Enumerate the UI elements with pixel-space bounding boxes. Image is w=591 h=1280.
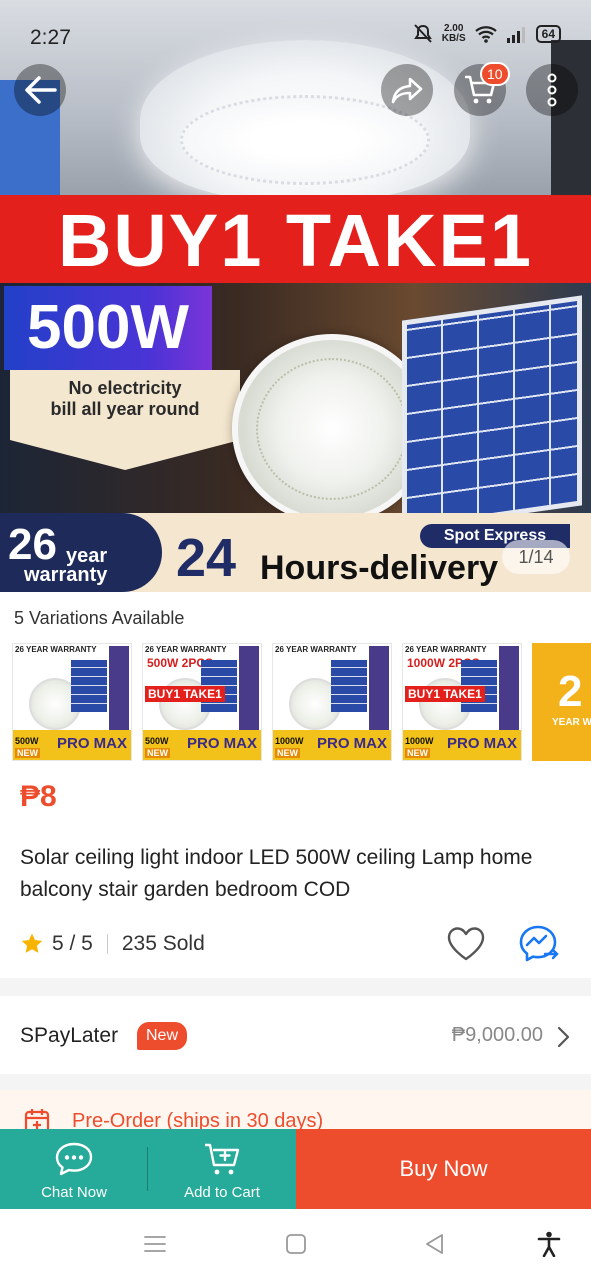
back-arrow-icon: [25, 76, 57, 104]
variation-thumb[interactable]: 26 YEAR WARRANTY 500W NEW PRO MAX: [12, 643, 132, 761]
more-vertical-icon: [547, 73, 557, 107]
thumb-promo: BUY1 TAKE1: [405, 686, 485, 702]
variation-thumb[interactable]: 26 YEAR WARRANTY 500W 2PCS BUY1 TAKE1 50…: [142, 643, 262, 761]
bottom-action-bar: Chat Now Add to Cart Buy Now: [0, 1129, 591, 1209]
info-ribbon-text: No electricity bill all year round: [10, 378, 240, 420]
ribbon-line-2: bill all year round: [50, 399, 200, 419]
thumb-new: NEW: [275, 748, 300, 758]
thumb-pro-label: PRO MAX: [56, 735, 127, 752]
thumb-promo: BUY1 TAKE1: [145, 686, 225, 702]
thumb-watt: 500W: [145, 736, 169, 746]
variation-thumb-partial[interactable]: 2 YEAR WA: [532, 643, 591, 761]
net-speed-unit: KB/S: [441, 33, 466, 44]
variation-thumb[interactable]: 26 YEAR WARRANTY 1000W NEW PRO MAX: [272, 643, 392, 761]
delivery-hours-text: Hours-delivery: [260, 549, 499, 587]
spaylater-amount: ₱9,000.00: [451, 1024, 543, 1046]
product-title: Solar ceiling light indoor LED 500W ceil…: [20, 846, 533, 901]
warranty-number: 26: [8, 520, 57, 569]
chat-now-button[interactable]: Chat Now: [0, 1129, 148, 1209]
status-icons: 2.00 KB/S 64: [412, 24, 561, 44]
star-icon: [21, 933, 43, 953]
system-nav-bar: [0, 1209, 591, 1280]
add-to-cart-label: Add to Cart: [184, 1184, 260, 1201]
chat-now-label: Chat Now: [41, 1184, 107, 1201]
home-icon[interactable]: [283, 1231, 309, 1257]
delivery-hours-number: 24: [176, 528, 237, 588]
section-divider: [0, 1074, 591, 1090]
new-badge: New: [137, 1022, 187, 1050]
product-price: ₱8: [20, 780, 57, 813]
sold-count: 235 Sold: [121, 932, 205, 955]
thumb-watt: 1000W: [405, 736, 434, 746]
rating-divider: [106, 934, 108, 954]
thumb-partial-number: 2: [558, 667, 583, 716]
rating-row: 5 / 5 235 Sold: [20, 926, 571, 962]
recent-apps-icon[interactable]: [142, 1231, 168, 1257]
thumb-pro-label: PRO MAX: [446, 735, 517, 752]
chat-bubble-icon: [55, 1142, 93, 1176]
add-cart-icon: [205, 1143, 240, 1175]
net-speed: 2.00 KB/S: [442, 24, 466, 44]
thumb-new: NEW: [145, 748, 170, 758]
battery-indicator: 64: [535, 25, 561, 43]
signal-icon: [506, 27, 525, 43]
back-button[interactable]: [14, 64, 66, 116]
thumb-new: NEW: [15, 748, 40, 758]
section-divider: [0, 978, 591, 996]
mute-bell-icon: [413, 24, 432, 43]
promo-banner-text: BUY1 TAKE1: [57, 199, 534, 282]
back-triangle-icon[interactable]: [422, 1231, 448, 1257]
image-counter: 1/14: [502, 540, 570, 574]
wifi-icon: [474, 26, 497, 43]
promo-banner: BUY1 TAKE1: [0, 195, 591, 283]
wattage-text: 500W: [27, 293, 189, 362]
variation-thumb[interactable]: 26 YEAR WARRANTY 1000W 2PCS BUY1 TAKE1 1…: [402, 643, 522, 761]
variations-count-label: 5 Variations Available: [14, 608, 185, 628]
thumb-partial-text: YEAR WA: [552, 717, 591, 728]
chevron-right-icon: [557, 1026, 570, 1048]
thumb-pro-label: PRO MAX: [316, 735, 387, 752]
add-to-cart-button[interactable]: Add to Cart: [148, 1129, 296, 1209]
status-time: 2:27: [30, 26, 71, 49]
accessibility-icon[interactable]: [536, 1231, 562, 1257]
more-options-button[interactable]: [526, 64, 578, 116]
like-heart-icon[interactable]: [446, 926, 486, 962]
cart-count-badge: 10: [480, 62, 510, 86]
thumb-watt: 1000W: [275, 736, 304, 746]
messenger-share-icon[interactable]: [518, 924, 560, 964]
warranty-word-label: warranty: [24, 564, 108, 586]
solar-panel-image: [402, 295, 582, 531]
thumb-pro-label: PRO MAX: [186, 735, 257, 752]
thumb-watt: 500W: [15, 736, 39, 746]
thumb-new: NEW: [405, 748, 430, 758]
buy-now-button[interactable]: Buy Now: [296, 1129, 591, 1209]
spaylater-label: SPayLater: [20, 1024, 119, 1047]
share-icon: [391, 77, 423, 104]
variation-thumbnails: 26 YEAR WARRANTY 500W NEW PRO MAX 26 YEA…: [12, 643, 591, 761]
ceiling-lamp-image: [140, 40, 470, 200]
share-button[interactable]: [381, 64, 433, 116]
rating-value: 5 / 5: [52, 932, 93, 955]
ribbon-line-1: No electricity: [68, 378, 182, 398]
